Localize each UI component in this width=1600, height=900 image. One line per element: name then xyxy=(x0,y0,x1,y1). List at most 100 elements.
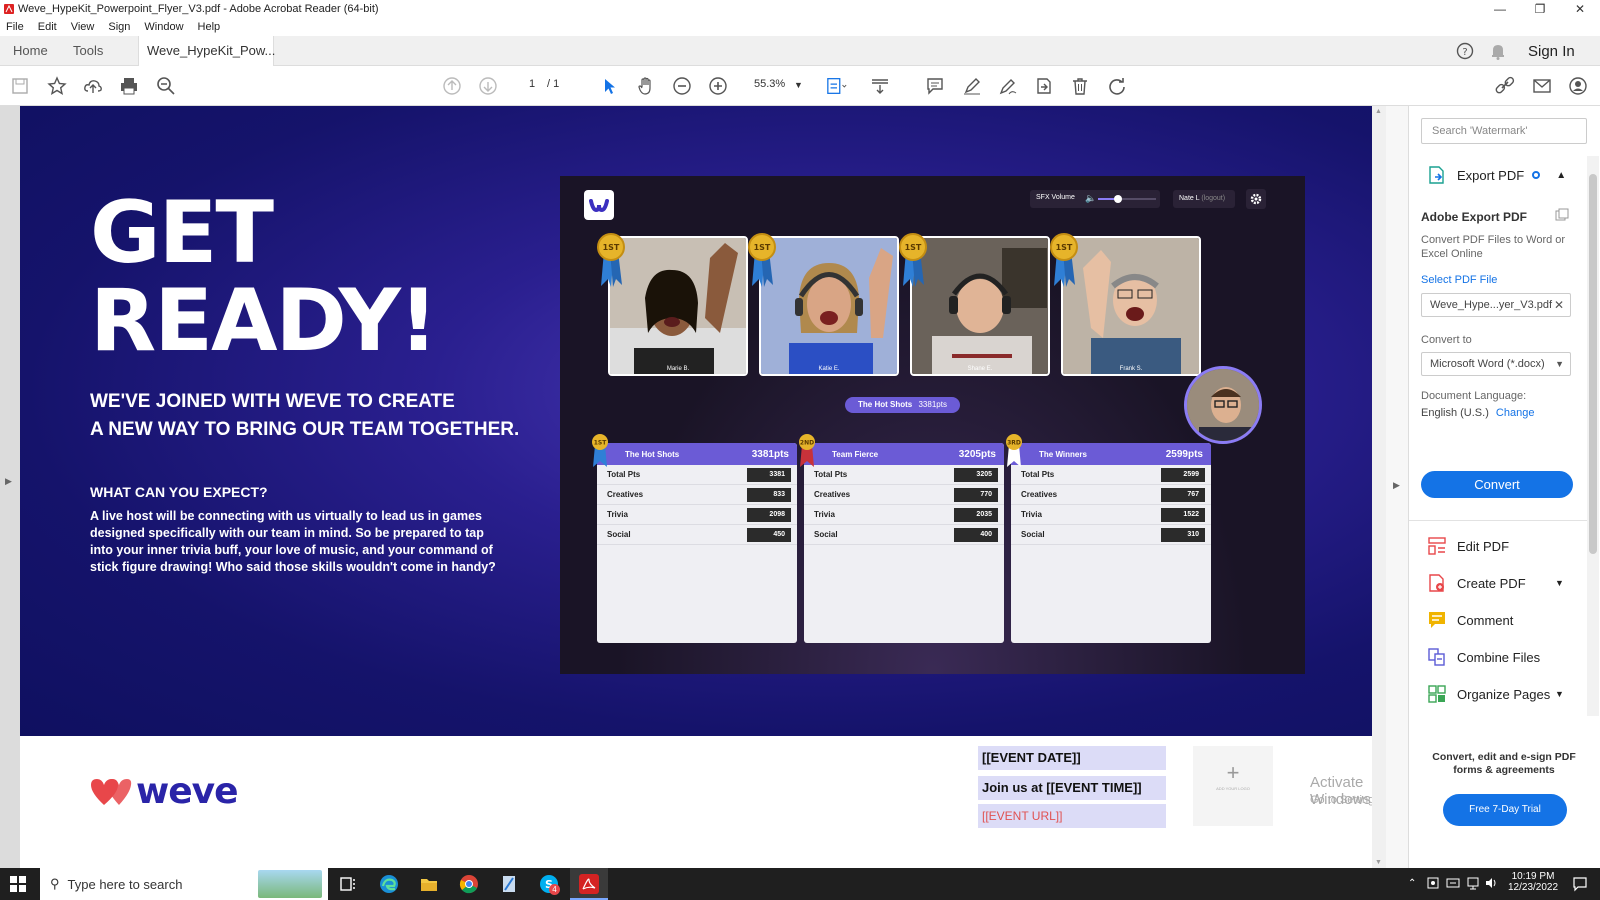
volume-slider-track[interactable] xyxy=(1098,198,1156,200)
export-info-icon[interactable] xyxy=(1555,208,1569,222)
action-center-icon[interactable] xyxy=(1572,876,1588,892)
clock[interactable]: 10:19 PM 12/23/2022 xyxy=(1508,871,1558,893)
weve-app-logo xyxy=(584,190,614,220)
zoom-level-select[interactable]: 55.3% xyxy=(754,78,785,90)
select-pdf-file-link[interactable]: Select PDF File xyxy=(1421,274,1497,286)
bookmark-star-icon[interactable] xyxy=(46,75,68,97)
change-language-link[interactable]: Change xyxy=(1496,407,1535,419)
comment-icon[interactable] xyxy=(924,75,946,97)
organize-pages-chevron-down-icon[interactable]: ▼ xyxy=(1555,689,1564,699)
tray-icon-2[interactable] xyxy=(1446,876,1460,890)
player-video-tile: Katie E. xyxy=(759,236,899,376)
create-pdf-tool[interactable]: Create PDF ▼ xyxy=(1427,573,1577,593)
collapse-right-arrow-icon[interactable]: ▶ xyxy=(1393,480,1400,491)
rotate-icon[interactable] xyxy=(1106,75,1128,97)
account-icon[interactable] xyxy=(1567,75,1589,97)
menu-window[interactable]: Window xyxy=(144,21,183,33)
page-number-input[interactable]: 1 xyxy=(529,78,535,90)
tray-icon-1[interactable] xyxy=(1426,876,1440,890)
notes-app-icon[interactable] xyxy=(499,874,519,894)
zoom-in-icon[interactable] xyxy=(707,75,729,97)
taskbar-search-box[interactable]: ⚲ Type here to search xyxy=(40,868,328,900)
tab-home[interactable]: Home xyxy=(13,36,48,66)
organize-pages-tool[interactable]: Organize Pages ▼ xyxy=(1427,684,1577,704)
right-panel-toggle[interactable]: ▶ xyxy=(1386,106,1408,868)
highlight-pen-icon[interactable] xyxy=(961,75,983,97)
upload-cloud-icon[interactable] xyxy=(82,75,104,97)
file-explorer-icon[interactable] xyxy=(419,874,439,894)
game-settings-gear-icon[interactable] xyxy=(1246,189,1266,209)
edge-browser-icon[interactable] xyxy=(379,874,399,894)
notification-bell-icon[interactable] xyxy=(1490,42,1506,60)
print-icon[interactable] xyxy=(118,75,140,97)
scroll-mode-icon[interactable] xyxy=(869,75,891,97)
collapse-chevron-up-icon[interactable]: ▲ xyxy=(1556,170,1566,181)
volume-slider-knob[interactable] xyxy=(1114,195,1123,203)
left-panel-toggle[interactable]: ▶ xyxy=(0,106,20,868)
convert-button[interactable]: Convert xyxy=(1421,471,1573,498)
logout-link[interactable]: (logout) xyxy=(1201,195,1225,202)
create-pdf-chevron-down-icon[interactable]: ▼ xyxy=(1555,578,1564,588)
minimize-button[interactable]: — xyxy=(1480,0,1520,18)
hand-tool-icon[interactable] xyxy=(635,75,657,97)
menu-view[interactable]: View xyxy=(71,21,95,33)
score-value: 770 xyxy=(954,487,998,502)
comment-tool[interactable]: Comment xyxy=(1427,610,1513,630)
menu-file[interactable]: File xyxy=(6,21,24,33)
zoom-chevron-down-icon[interactable]: ▼ xyxy=(794,80,803,90)
sfx-volume-control[interactable]: SFX Volume 🔈 xyxy=(1030,190,1160,208)
restore-button[interactable]: ❐ xyxy=(1520,0,1560,18)
save-icon[interactable] xyxy=(9,75,31,97)
help-icon[interactable]: ? xyxy=(1456,42,1474,60)
export-share-icon[interactable] xyxy=(1033,75,1055,97)
panel-scrollbar-thumb[interactable] xyxy=(1589,174,1597,554)
free-trial-button[interactable]: Free 7-Day Trial xyxy=(1443,794,1567,826)
combine-files-tool[interactable]: Combine Files xyxy=(1427,647,1540,667)
menu-help[interactable]: Help xyxy=(198,21,221,33)
email-icon[interactable] xyxy=(1531,75,1553,97)
scroll-down-arrow-icon[interactable]: ▼ xyxy=(1375,859,1382,866)
score-label: Creatives xyxy=(814,490,851,499)
close-window-button[interactable]: ✕ xyxy=(1560,0,1600,18)
edit-pdf-tool[interactable]: Edit PDF xyxy=(1427,536,1509,556)
player-video-image xyxy=(610,238,746,374)
convert-format-select[interactable]: Microsoft Word (*.docx) ▼ xyxy=(1421,352,1571,376)
comment-tool-label: Comment xyxy=(1457,612,1514,628)
prev-page-icon[interactable] xyxy=(441,75,463,97)
delete-trash-icon[interactable] xyxy=(1069,75,1091,97)
acrobat-taskbar-button[interactable] xyxy=(570,868,608,900)
tool-search-input[interactable]: Search 'Watermark' xyxy=(1421,118,1587,144)
task-view-icon[interactable] xyxy=(339,875,357,893)
team-score-card: The Winners 2599pts Total Pts 2599 Creativ… xyxy=(1011,443,1211,643)
volume-icon[interactable] xyxy=(1484,876,1498,890)
score-value: 310 xyxy=(1161,527,1205,542)
tab-document[interactable]: Weve_HypeKit_Pow... × xyxy=(138,36,275,88)
zoom-search-icon[interactable] xyxy=(155,75,177,97)
windows-start-icon[interactable] xyxy=(10,876,26,892)
document-scrollbar[interactable]: ▲ ▼ xyxy=(1372,106,1386,868)
export-pdf-tool[interactable]: Export PDF ▲ xyxy=(1427,165,1566,185)
network-icon[interactable] xyxy=(1466,876,1480,890)
skype-icon[interactable]: S 4 xyxy=(539,874,560,895)
zoom-out-icon[interactable] xyxy=(671,75,693,97)
sign-in-link[interactable]: Sign In xyxy=(1528,43,1575,60)
select-cursor-icon[interactable] xyxy=(599,75,621,97)
scroll-up-arrow-icon[interactable]: ▲ xyxy=(1375,108,1382,115)
export-description: Convert PDF Files to Word or Excel Onlin… xyxy=(1421,234,1566,260)
next-page-icon[interactable] xyxy=(477,75,499,97)
show-hidden-icons-chevron-icon[interactable]: ⌃ xyxy=(1408,878,1416,889)
export-status-dot-icon xyxy=(1532,171,1541,179)
menu-sign[interactable]: Sign xyxy=(108,21,130,33)
score-value: 3381 xyxy=(747,467,791,482)
page-fit-icon[interactable] xyxy=(826,75,848,97)
tab-tools[interactable]: Tools xyxy=(73,36,103,66)
expand-left-arrow-icon[interactable]: ▶ xyxy=(5,476,12,487)
convert-format-value: Microsoft Word (*.docx) xyxy=(1430,358,1545,370)
share-link-icon[interactable] xyxy=(1494,75,1516,97)
chrome-browser-icon[interactable] xyxy=(459,874,479,894)
menu-edit[interactable]: Edit xyxy=(38,21,57,33)
sign-pen-icon[interactable] xyxy=(997,75,1019,97)
document-viewport[interactable]: ▶ GET READY! WE'VE JOINED WITH WEVE TO C… xyxy=(0,106,1484,868)
remove-file-close-icon[interactable]: ✕ xyxy=(1554,294,1564,316)
panel-scrollbar[interactable] xyxy=(1587,156,1599,716)
